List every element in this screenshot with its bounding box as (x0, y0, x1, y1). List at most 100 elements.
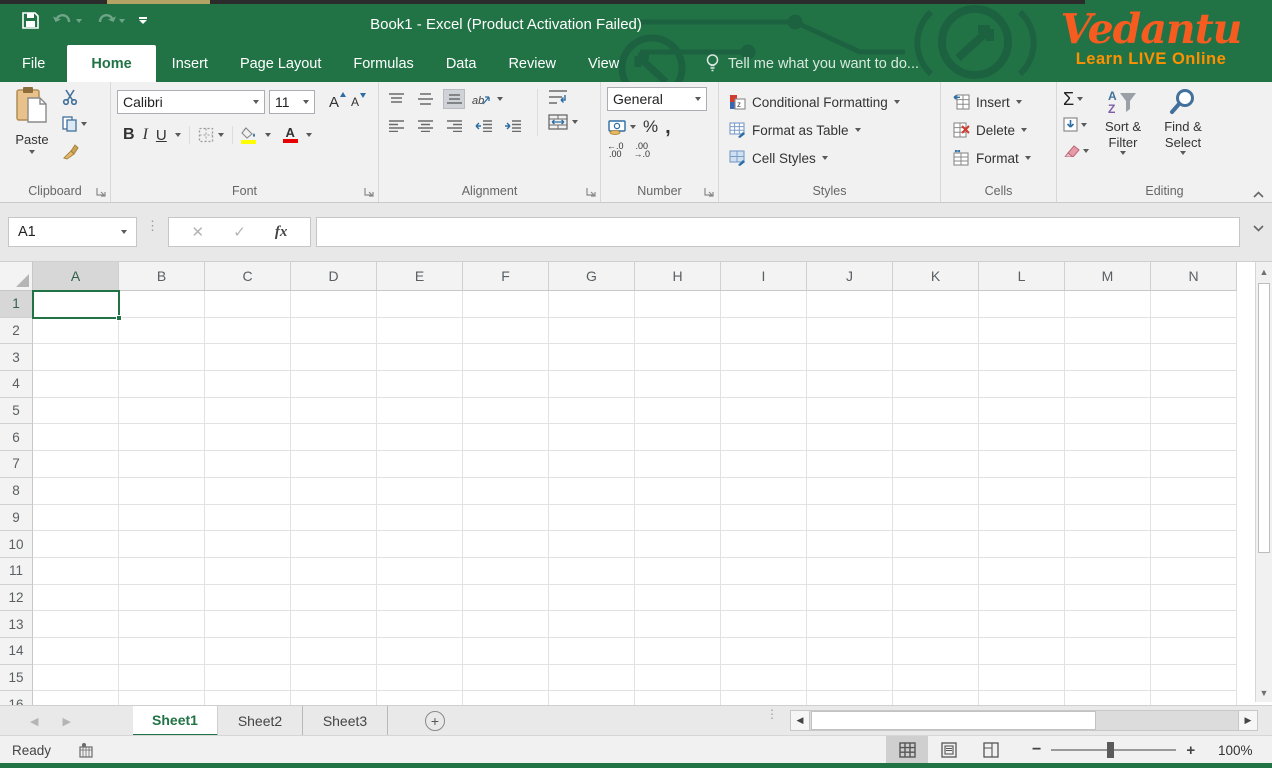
cell-M13[interactable] (1065, 611, 1151, 638)
zoom-in-button[interactable]: + (1186, 742, 1195, 759)
cell-I8[interactable] (721, 478, 807, 505)
fill-color-button[interactable] (241, 127, 257, 144)
cell-G15[interactable] (549, 665, 635, 692)
cell-I15[interactable] (721, 665, 807, 692)
page-layout-view-button[interactable] (928, 736, 970, 764)
cell-H9[interactable] (635, 505, 721, 532)
cell-J6[interactable] (807, 424, 893, 451)
cell-B11[interactable] (119, 558, 205, 585)
cell-L6[interactable] (979, 424, 1065, 451)
cell-A8[interactable] (33, 478, 119, 505)
cell-N2[interactable] (1151, 318, 1237, 345)
cell-M12[interactable] (1065, 585, 1151, 612)
cell-H4[interactable] (635, 371, 721, 398)
cell-H15[interactable] (635, 665, 721, 692)
cell-B2[interactable] (119, 318, 205, 345)
row-header-16[interactable]: 16 (0, 691, 33, 705)
column-header-K[interactable]: K (893, 262, 979, 291)
cell-G11[interactable] (549, 558, 635, 585)
cell-L12[interactable] (979, 585, 1065, 612)
scroll-down-icon[interactable]: ▼ (1256, 683, 1272, 702)
cell-E2[interactable] (377, 318, 463, 345)
cell-E9[interactable] (377, 505, 463, 532)
cell-D2[interactable] (291, 318, 377, 345)
clear-button[interactable] (1063, 141, 1089, 160)
cell-J1[interactable] (807, 291, 893, 318)
cell-I1[interactable] (721, 291, 807, 318)
cell-K8[interactable] (893, 478, 979, 505)
horizontal-scroll-thumb[interactable] (811, 711, 1096, 730)
borders-button[interactable] (198, 127, 224, 143)
column-header-N[interactable]: N (1151, 262, 1237, 291)
cell-F16[interactable] (463, 691, 549, 705)
cell-K6[interactable] (893, 424, 979, 451)
cell-H11[interactable] (635, 558, 721, 585)
scroll-right-icon[interactable]: ▶ (1238, 710, 1258, 731)
name-box-caret[interactable] (121, 230, 127, 234)
cell-H3[interactable] (635, 344, 721, 371)
cell-I4[interactable] (721, 371, 807, 398)
underline-button[interactable]: U (156, 127, 167, 144)
conditional-formatting-button[interactable]: z Conditional Formatting (729, 91, 936, 113)
format-as-table-caret[interactable] (855, 128, 861, 132)
zoom-out-button[interactable]: − (1032, 741, 1041, 759)
cell-K16[interactable] (893, 691, 979, 705)
cell-K5[interactable] (893, 398, 979, 425)
cell-N12[interactable] (1151, 585, 1237, 612)
tabbar-resize-handle[interactable]: ⋮ (766, 711, 778, 717)
row-header-6[interactable]: 6 (0, 424, 33, 451)
sheet-tab-sheet2[interactable]: Sheet2 (218, 706, 303, 736)
cell-F15[interactable] (463, 665, 549, 692)
cell-B1[interactable] (119, 291, 205, 318)
cell-A10[interactable] (33, 531, 119, 558)
cell-D16[interactable] (291, 691, 377, 705)
cell-E13[interactable] (377, 611, 463, 638)
row-header-10[interactable]: 10 (0, 531, 33, 558)
cell-E3[interactable] (377, 344, 463, 371)
column-header-L[interactable]: L (979, 262, 1065, 291)
merge-center-button[interactable] (548, 114, 578, 130)
cell-I7[interactable] (721, 451, 807, 478)
cell-J14[interactable] (807, 638, 893, 665)
paste-dropdown-caret[interactable] (29, 150, 35, 154)
cut-button[interactable] (62, 88, 87, 106)
top-align-button[interactable] (385, 89, 407, 109)
row-header-15[interactable]: 15 (0, 665, 33, 692)
macro-record-icon[interactable] (79, 743, 96, 758)
column-header-I[interactable]: I (721, 262, 807, 291)
cell-D15[interactable] (291, 665, 377, 692)
formula-input[interactable] (316, 217, 1240, 247)
cell-I16[interactable] (721, 691, 807, 705)
increase-decimal-button[interactable]: ←.0 .00 (607, 142, 624, 158)
cell-H6[interactable] (635, 424, 721, 451)
cell-A11[interactable] (33, 558, 119, 585)
column-header-B[interactable]: B (119, 262, 205, 291)
percent-style-button[interactable]: % (643, 117, 658, 137)
cell-C16[interactable] (205, 691, 291, 705)
insert-function-button[interactable]: fx (275, 224, 288, 241)
cell-A14[interactable] (33, 638, 119, 665)
cell-I9[interactable] (721, 505, 807, 532)
decrease-decimal-button[interactable]: .00 →.0 (634, 142, 651, 158)
vertical-scroll-thumb[interactable] (1258, 283, 1270, 553)
cell-M5[interactable] (1065, 398, 1151, 425)
cell-H12[interactable] (635, 585, 721, 612)
cell-B3[interactable] (119, 344, 205, 371)
cell-K1[interactable] (893, 291, 979, 318)
cell-M8[interactable] (1065, 478, 1151, 505)
row-header-14[interactable]: 14 (0, 638, 33, 665)
cell-N13[interactable] (1151, 611, 1237, 638)
cell-L15[interactable] (979, 665, 1065, 692)
insert-cells-caret[interactable] (1016, 100, 1022, 104)
column-header-M[interactable]: M (1065, 262, 1151, 291)
font-size-combobox[interactable]: 11 (269, 90, 315, 114)
cell-C15[interactable] (205, 665, 291, 692)
cell-K3[interactable] (893, 344, 979, 371)
page-break-preview-button[interactable] (970, 736, 1012, 764)
cell-C11[interactable] (205, 558, 291, 585)
row-header-7[interactable]: 7 (0, 451, 33, 478)
cell-A1[interactable] (33, 291, 119, 318)
cell-E6[interactable] (377, 424, 463, 451)
cell-B15[interactable] (119, 665, 205, 692)
cell-G1[interactable] (549, 291, 635, 318)
